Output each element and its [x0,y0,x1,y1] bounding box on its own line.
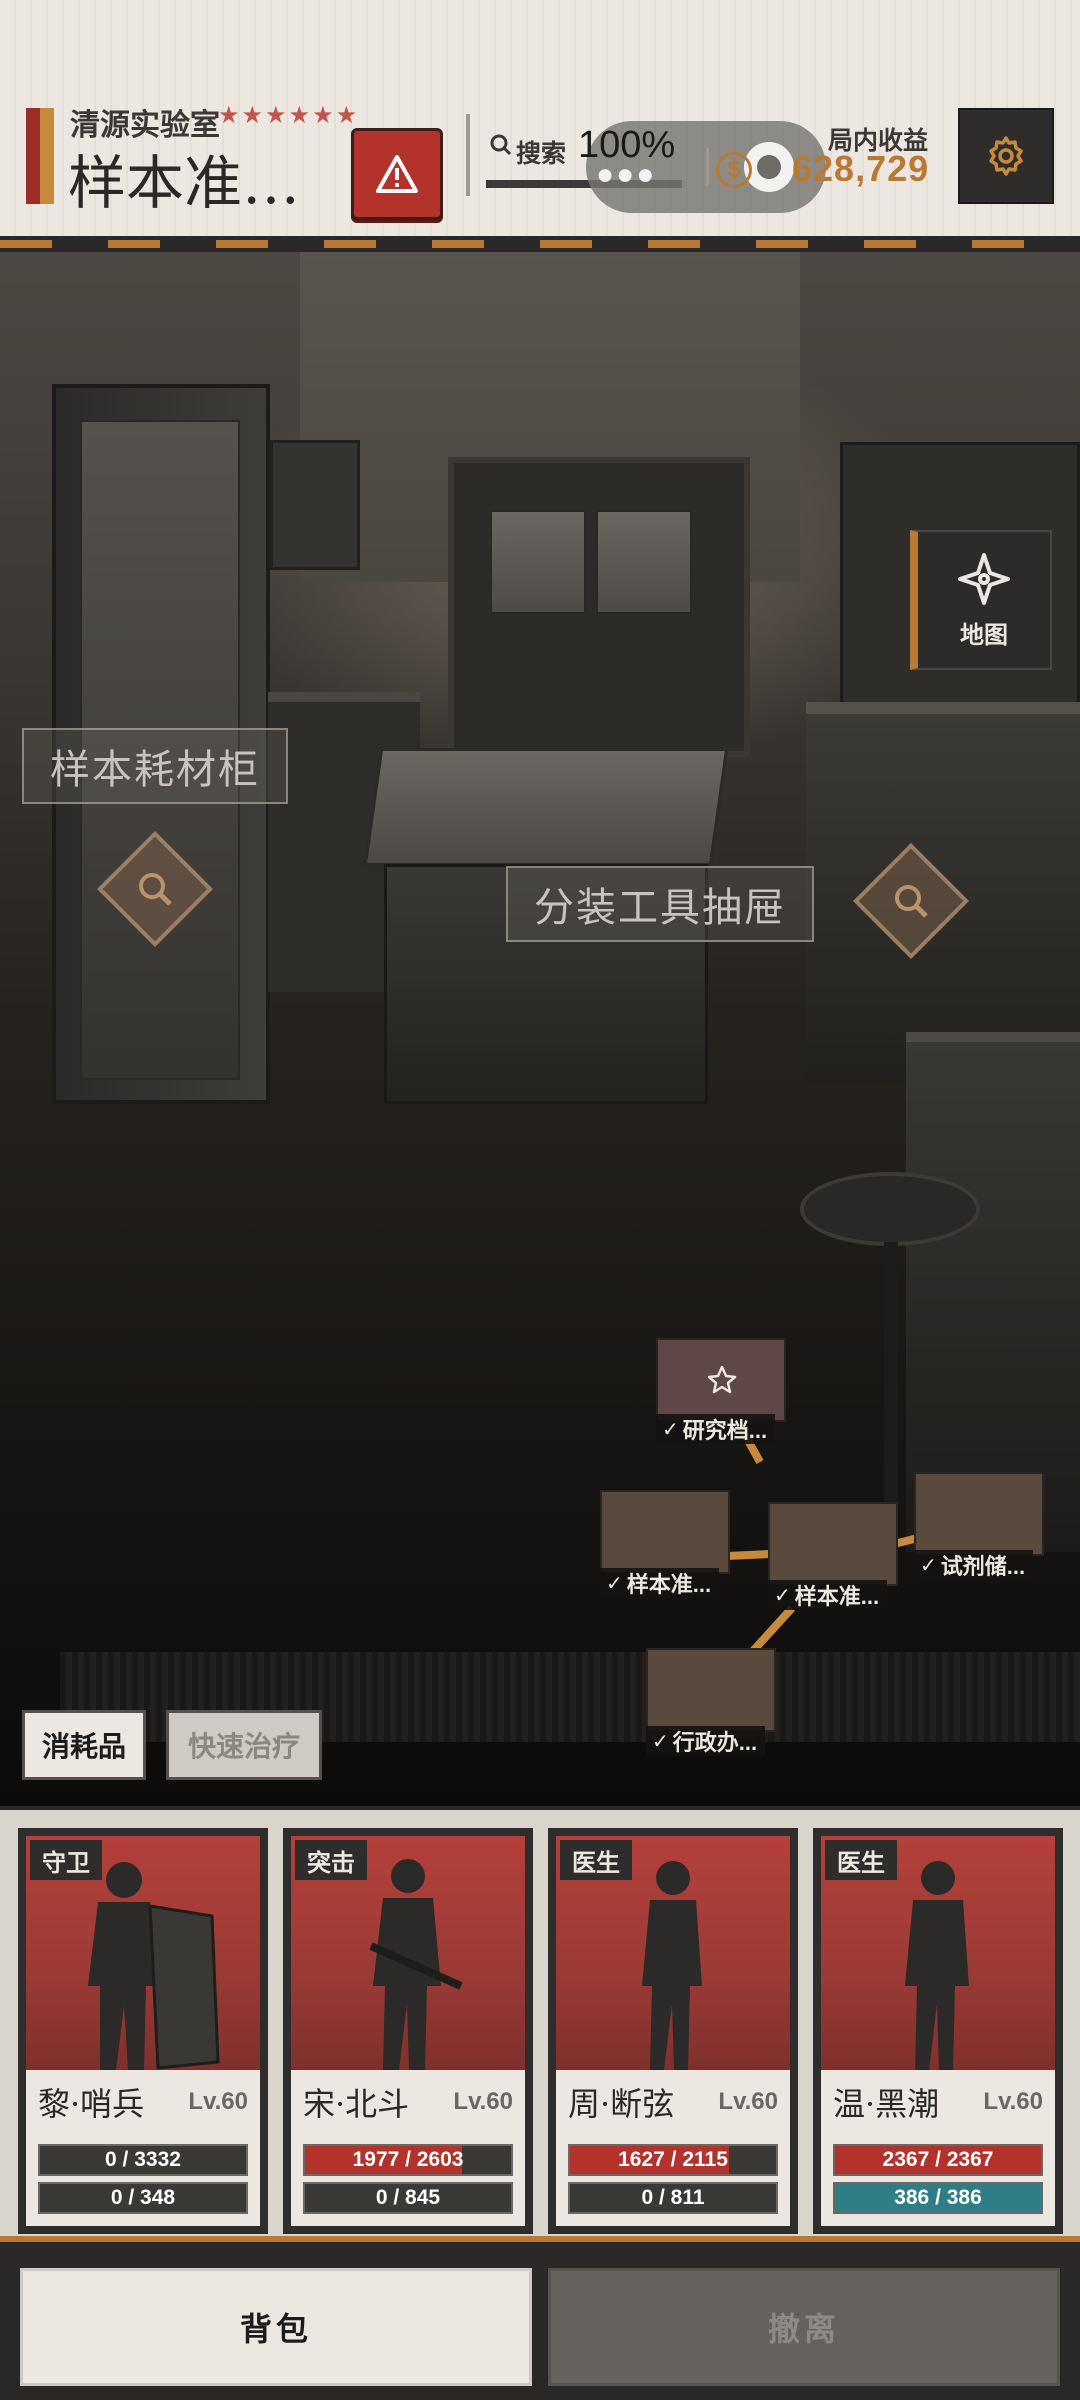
role-badge: 守卫 [30,1840,102,1880]
stripe-dash [972,240,1024,248]
health-text: 1627 / 2115 [618,2148,728,2171]
health-bar: 0 / 3332 [38,2144,248,2176]
room-node-reagent-storage[interactable] [914,1472,1044,1556]
member-name: 宋·北斗 [303,2085,410,2123]
health-text: 1977 / 2603 [352,2148,464,2171]
stat-bars: 1977 / 2603 0 / 845 [291,2134,525,2226]
shield-text: 0 / 811 [641,2186,705,2209]
bottom-bar: 背包 撤离 [0,2236,1080,2400]
stripe-dash [648,240,700,248]
room-label: ✓ 研究档... [656,1414,776,1444]
member-portrait: 医生 [821,1836,1055,2070]
zone-marker [26,108,54,204]
check-icon: ✓ [774,1584,791,1607]
member-name: 温·黑潮 [833,2085,940,2123]
member-portrait: 医生 [556,1836,790,2070]
search-icon [490,134,512,156]
member-level: Lv.60 [983,2088,1043,2115]
room-label: ✓ 样本准... [768,1580,888,1610]
squad-member-card[interactable]: 突击 宋·北斗 Lv.60 1977 / 2603 0 / 845 [283,1828,533,2234]
room-node-research-archive[interactable] [656,1338,786,1422]
star-icon [707,1365,737,1394]
member-level: Lv.60 [718,2088,778,2115]
header-divider [0,236,1080,252]
room-node-sample-prep-a[interactable] [600,1490,730,1574]
check-icon: ✓ [662,1418,679,1441]
shield-bar: 0 / 811 [568,2182,778,2214]
settings-button[interactable] [958,108,1054,204]
stripe-dash [108,240,160,248]
room-label: ✓ 样本准... [600,1568,720,1598]
quick-heal-button[interactable]: 快速治疗 [166,1710,322,1780]
member-name: 周·断弦 [568,2085,675,2123]
shield-bar: 386 / 386 [833,2182,1043,2214]
member-portrait: 突击 [291,1836,525,2070]
warning-icon [376,155,418,193]
health-bar: 1977 / 2603 [303,2144,513,2176]
shield-bar: 0 / 348 [38,2182,248,2214]
shield-text: 0 / 348 [110,2186,176,2209]
divider [706,148,709,186]
consumables-button[interactable]: 消耗品 [22,1710,146,1780]
stripe-dash [432,240,484,248]
member-portrait: 守卫 [26,1836,260,2070]
stripe-dash [324,240,376,248]
stripe-dash [756,240,808,248]
stripe-dash [540,240,592,248]
room-node-sample-prep-b[interactable] [768,1502,898,1586]
backpack-button[interactable]: 背包 [20,2268,532,2386]
search-label: 搜索 [516,140,567,168]
top-bar: 清源实验室 ★★★★★★ 样本准… 搜索 100% ●●● 局内收益 $ 628… [0,0,1080,240]
health-text: 0 / 3332 [105,2148,181,2171]
health-text: 2367 / 2367 [882,2148,994,2171]
check-icon: ✓ [606,1572,623,1595]
stat-bars: 1627 / 2115 0 / 811 [556,2134,790,2226]
squad-member-card[interactable]: 医生 周·断弦 Lv.60 1627 / 2115 0 / 811 [548,1828,798,2234]
alert-button[interactable] [351,128,443,220]
coin-icon: $ [716,152,752,188]
name-row: 黎·哨兵 Lv.60 [26,2070,260,2134]
role-badge: 突击 [295,1840,367,1880]
stat-bars: 0 / 3332 0 / 348 [26,2134,260,2226]
lab-scene[interactable]: 样本耗材柜 分装工具抽屉 地图 ✓ 研究档... ✓ 样本准... ✓ 样本准.… [0,252,1080,1806]
difficulty-stars: ★★★★★★ [218,102,360,129]
room-label: ✓ 试剂储... [914,1550,1034,1580]
role-badge: 医生 [825,1840,897,1880]
stat-bars: 2367 / 2367 386 / 386 [821,2134,1055,2226]
squad-member-card[interactable]: 守卫 黎·哨兵 Lv.60 0 / 3332 0 / 348 [18,1828,268,2234]
stripe-dash [864,240,916,248]
member-name: 黎·哨兵 [38,2085,145,2123]
room-label: ✓ 行政办... [646,1726,766,1756]
name-row: 周·断弦 Lv.60 [556,2070,790,2134]
stripe-dash [0,240,52,248]
gear-icon [989,136,1023,176]
more-dots-icon[interactable]: ●●● [596,158,656,192]
health-bar: 1627 / 2115 [568,2144,778,2176]
squad-panel: 守卫 黎·哨兵 Lv.60 0 / 3332 0 / 348 突击 宋·北斗 L… [0,1806,1080,2236]
squad-member-card[interactable]: 医生 温·黑潮 Lv.60 2367 / 2367 386 / 386 [813,1828,1063,2234]
shield-text: 0 / 845 [375,2186,441,2209]
role-badge: 医生 [560,1840,632,1880]
check-icon: ✓ [920,1554,937,1577]
check-icon: ✓ [652,1730,669,1753]
stripe-dash [216,240,268,248]
earnings-value: 628,729 [792,148,930,189]
name-row: 宋·北斗 Lv.60 [291,2070,525,2134]
evacuate-button[interactable]: 撤离 [548,2268,1060,2386]
room-node-admin-office[interactable] [646,1648,776,1732]
name-row: 温·黑潮 Lv.60 [821,2070,1055,2134]
member-level: Lv.60 [188,2088,248,2115]
shield-bar: 0 / 845 [303,2182,513,2214]
health-bar: 2367 / 2367 [833,2144,1043,2176]
shield-text: 386 / 386 [894,2186,982,2209]
zone-title: 样本准… [68,149,301,217]
member-level: Lv.60 [453,2088,513,2115]
